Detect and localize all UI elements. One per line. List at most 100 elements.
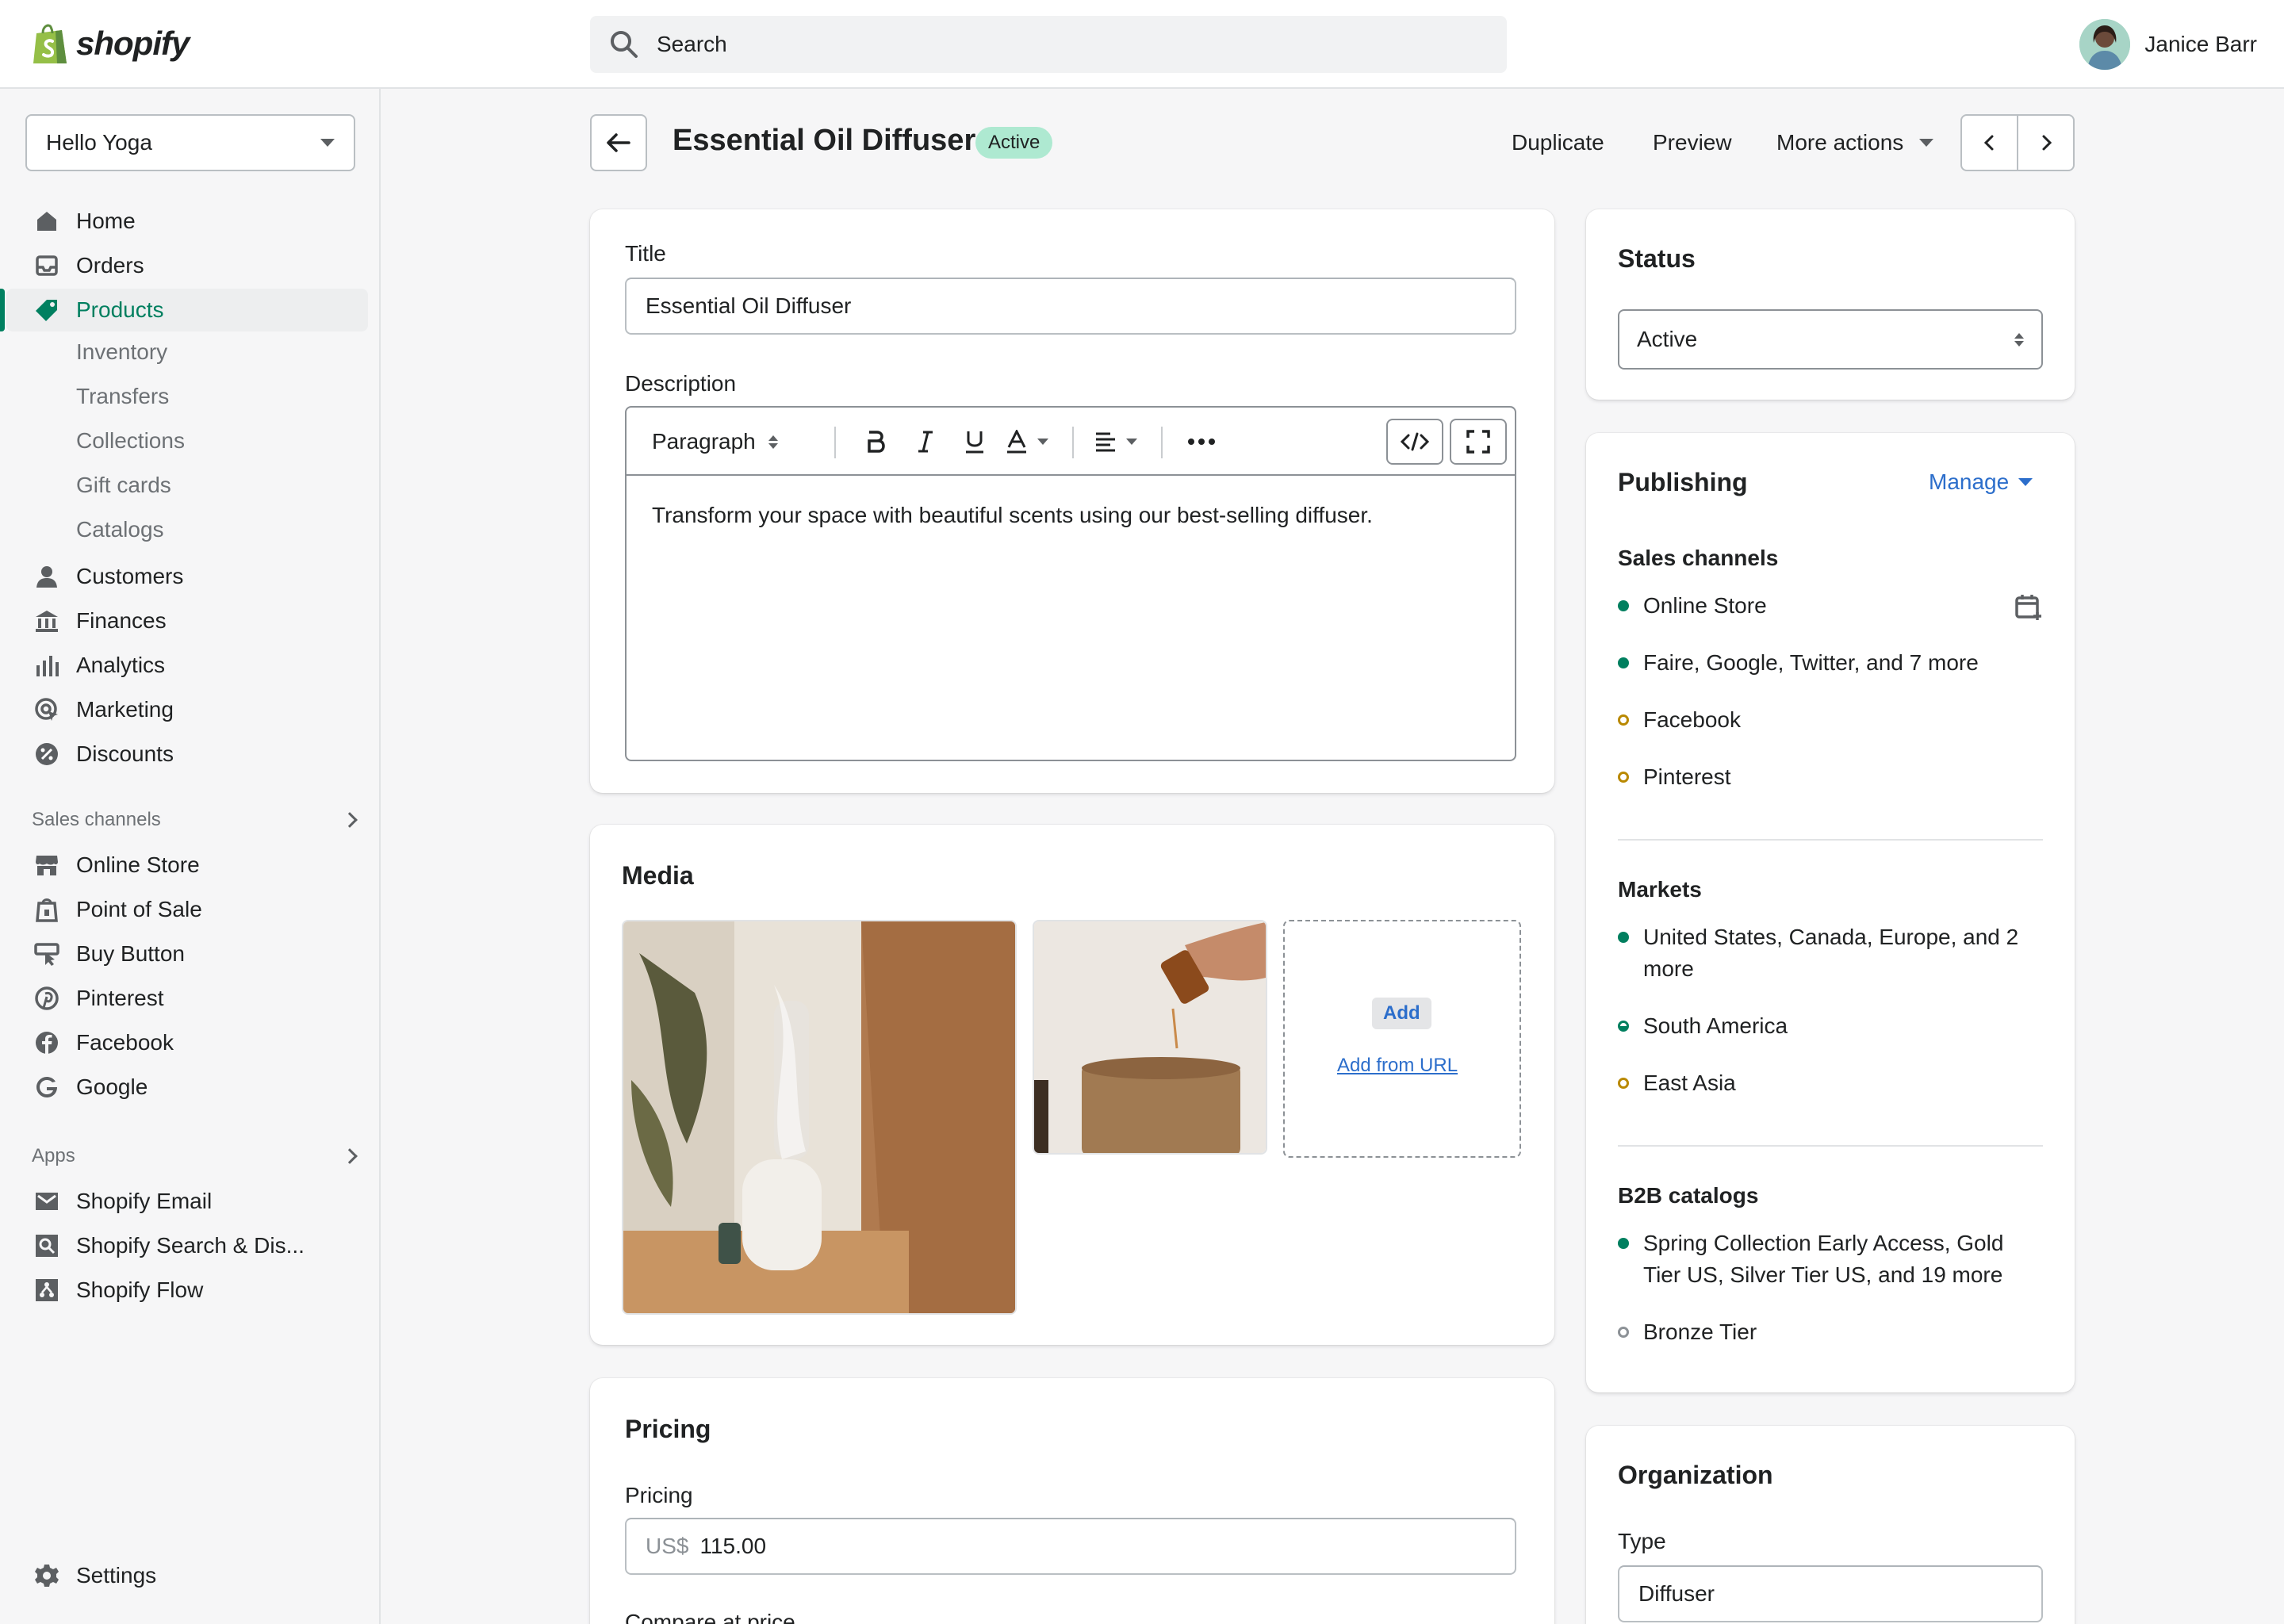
channel-item: Online Store: [1618, 590, 2046, 622]
channel-label: Online Store: [1643, 593, 1767, 618]
manage-label: Manage: [1929, 469, 2010, 494]
google-icon: [33, 1074, 60, 1101]
preview-button[interactable]: Preview: [1653, 130, 1732, 155]
add-from-url-link[interactable]: Add from URL: [1337, 1055, 1458, 1077]
description-label: Description: [625, 371, 737, 396]
section-heading: Sales channels: [32, 809, 161, 830]
sidebar-item-discounts[interactable]: Discounts: [6, 733, 368, 776]
status-select[interactable]: Active: [1618, 309, 2043, 370]
select-arrows-icon: [768, 435, 778, 449]
more-actions-button[interactable]: More actions: [1776, 130, 1934, 155]
product-pager: [1960, 114, 2075, 171]
sidebar-item-shopify-search[interactable]: Shopify Search & Dis...: [6, 1224, 368, 1267]
text-color-button[interactable]: [1006, 408, 1048, 476]
bold-button[interactable]: [858, 408, 895, 476]
sidebar-subitem-transfers[interactable]: Transfers: [76, 384, 169, 409]
media-dropzone[interactable]: Add Add from URL: [1283, 920, 1521, 1158]
search-bar[interactable]: Search: [590, 16, 1507, 73]
previous-product-button[interactable]: [1962, 116, 2018, 170]
fullscreen-button[interactable]: [1450, 419, 1507, 465]
markets-heading: Markets: [1618, 877, 1702, 902]
sidebar-subitem-gift-cards[interactable]: Gift cards: [76, 473, 171, 498]
select-arrows-icon: [2014, 332, 2024, 347]
sidebar-item-home[interactable]: Home: [6, 200, 368, 243]
paragraph-format-select[interactable]: Paragraph: [652, 408, 778, 476]
sidebar-item-label: Finances: [76, 608, 167, 633]
type-input[interactable]: Diffuser: [1618, 1565, 2043, 1622]
sidebar-item-orders[interactable]: Orders: [6, 244, 368, 287]
currency-prefix: US$: [646, 1534, 689, 1558]
manage-publishing-button[interactable]: Manage: [1929, 469, 2033, 495]
chevron-right-icon: [342, 812, 358, 828]
sidebar-item-facebook[interactable]: Facebook: [6, 1021, 368, 1064]
sidebar-item-label: Pinterest: [76, 986, 164, 1010]
sidebar-item-finances[interactable]: Finances: [6, 599, 368, 642]
page-title: Essential Oil Diffuser: [673, 124, 976, 157]
product-image-secondary[interactable]: [1033, 920, 1267, 1155]
description-editor: Paragraph Transform your space with beau…: [625, 406, 1516, 761]
italic-icon: [918, 431, 933, 453]
sidebar-item-label: Analytics: [76, 653, 166, 677]
status-select-value: Active: [1637, 327, 1698, 351]
status-dot-icon: [1618, 932, 1629, 943]
back-button[interactable]: [590, 114, 647, 171]
description-text[interactable]: Transform your space with beautiful scen…: [652, 503, 1373, 528]
b2b-catalogs-heading: B2B catalogs: [1618, 1183, 1759, 1208]
pinterest-icon: [33, 985, 60, 1012]
sidebar-subitem-inventory[interactable]: Inventory: [76, 339, 167, 365]
channel-label: Pinterest: [1643, 764, 1731, 789]
email-icon: [33, 1188, 60, 1215]
title-input[interactable]: Essential Oil Diffuser: [625, 278, 1516, 335]
sidebar-item-label: Discounts: [76, 741, 174, 766]
more-formatting-button[interactable]: [1183, 408, 1220, 476]
b2b-catalog-label: Bronze Tier: [1643, 1320, 1757, 1344]
sidebar-item-marketing[interactable]: Marketing: [6, 688, 368, 731]
sidebar-item-buy-button[interactable]: Buy Button: [6, 933, 368, 975]
sidebar-item-shopify-email[interactable]: Shopify Email: [6, 1180, 368, 1223]
sidebar-item-label: Online Store: [76, 852, 200, 877]
b2b-catalog-label: Spring Collection Early Access, Gold Tie…: [1643, 1231, 2004, 1287]
sidebar-item-online-store[interactable]: Online Store: [6, 844, 368, 887]
section-divider: [1618, 839, 2043, 841]
sidebar-item-shopify-flow[interactable]: Shopify Flow: [6, 1269, 368, 1312]
sidebar-item-pinterest[interactable]: Pinterest: [6, 977, 368, 1020]
shopify-logo[interactable]: shopify: [32, 22, 190, 65]
section-heading: Apps: [32, 1145, 75, 1166]
apps-section-header[interactable]: Apps: [32, 1145, 358, 1167]
html-source-button[interactable]: [1386, 419, 1443, 465]
next-product-button[interactable]: [2018, 116, 2073, 170]
sales-channels-section-header[interactable]: Sales channels: [32, 809, 358, 831]
sidebar-item-label: Point of Sale: [76, 897, 202, 921]
market-label: United States, Canada, Europe, and 2 mor…: [1643, 925, 2019, 981]
product-image-primary[interactable]: [622, 920, 1017, 1315]
sidebar-item-label: Settings: [76, 1563, 157, 1588]
store-selector[interactable]: Hello Yoga: [25, 114, 355, 171]
sidebar-item-point-of-sale[interactable]: Point of Sale: [6, 888, 368, 931]
italic-button[interactable]: [907, 408, 944, 476]
align-left-icon: [1096, 432, 1115, 452]
price-input[interactable]: US$ 115.00: [625, 1518, 1516, 1575]
sidebar-item-settings[interactable]: Settings: [6, 1554, 368, 1597]
sidebar-item-products[interactable]: Products: [0, 289, 368, 331]
b2b-catalog-item: Bronze Tier: [1618, 1316, 2046, 1348]
underline-button[interactable]: [956, 408, 993, 476]
sidebar-item-google[interactable]: Google: [6, 1066, 368, 1109]
status-badge: Active: [975, 127, 1053, 159]
sidebar-item-analytics[interactable]: Analytics: [6, 644, 368, 687]
pricing-heading: Pricing: [625, 1415, 711, 1443]
calendar-add-icon[interactable]: [2014, 593, 2043, 622]
alignment-button[interactable]: [1094, 408, 1137, 476]
sidebar-item-customers[interactable]: Customers: [6, 555, 368, 598]
search-placeholder: Search: [657, 32, 727, 56]
add-media-button[interactable]: Add: [1372, 998, 1431, 1029]
sidebar-item-label: Customers: [76, 564, 184, 588]
status-dot-icon: [1618, 1327, 1629, 1338]
duplicate-button[interactable]: Duplicate: [1512, 130, 1604, 155]
sidebar-subitem-collections[interactable]: Collections: [76, 428, 185, 454]
channel-item: Facebook: [1618, 704, 2046, 736]
sidebar-subitem-catalogs[interactable]: Catalogs: [76, 517, 164, 542]
text-color-icon: [1007, 430, 1026, 454]
user-menu[interactable]: Janice Barr: [2079, 19, 2257, 70]
organization-heading: Organization: [1618, 1461, 1773, 1489]
publishing-card: Publishing Manage Sales channels Online …: [1586, 433, 2075, 1392]
